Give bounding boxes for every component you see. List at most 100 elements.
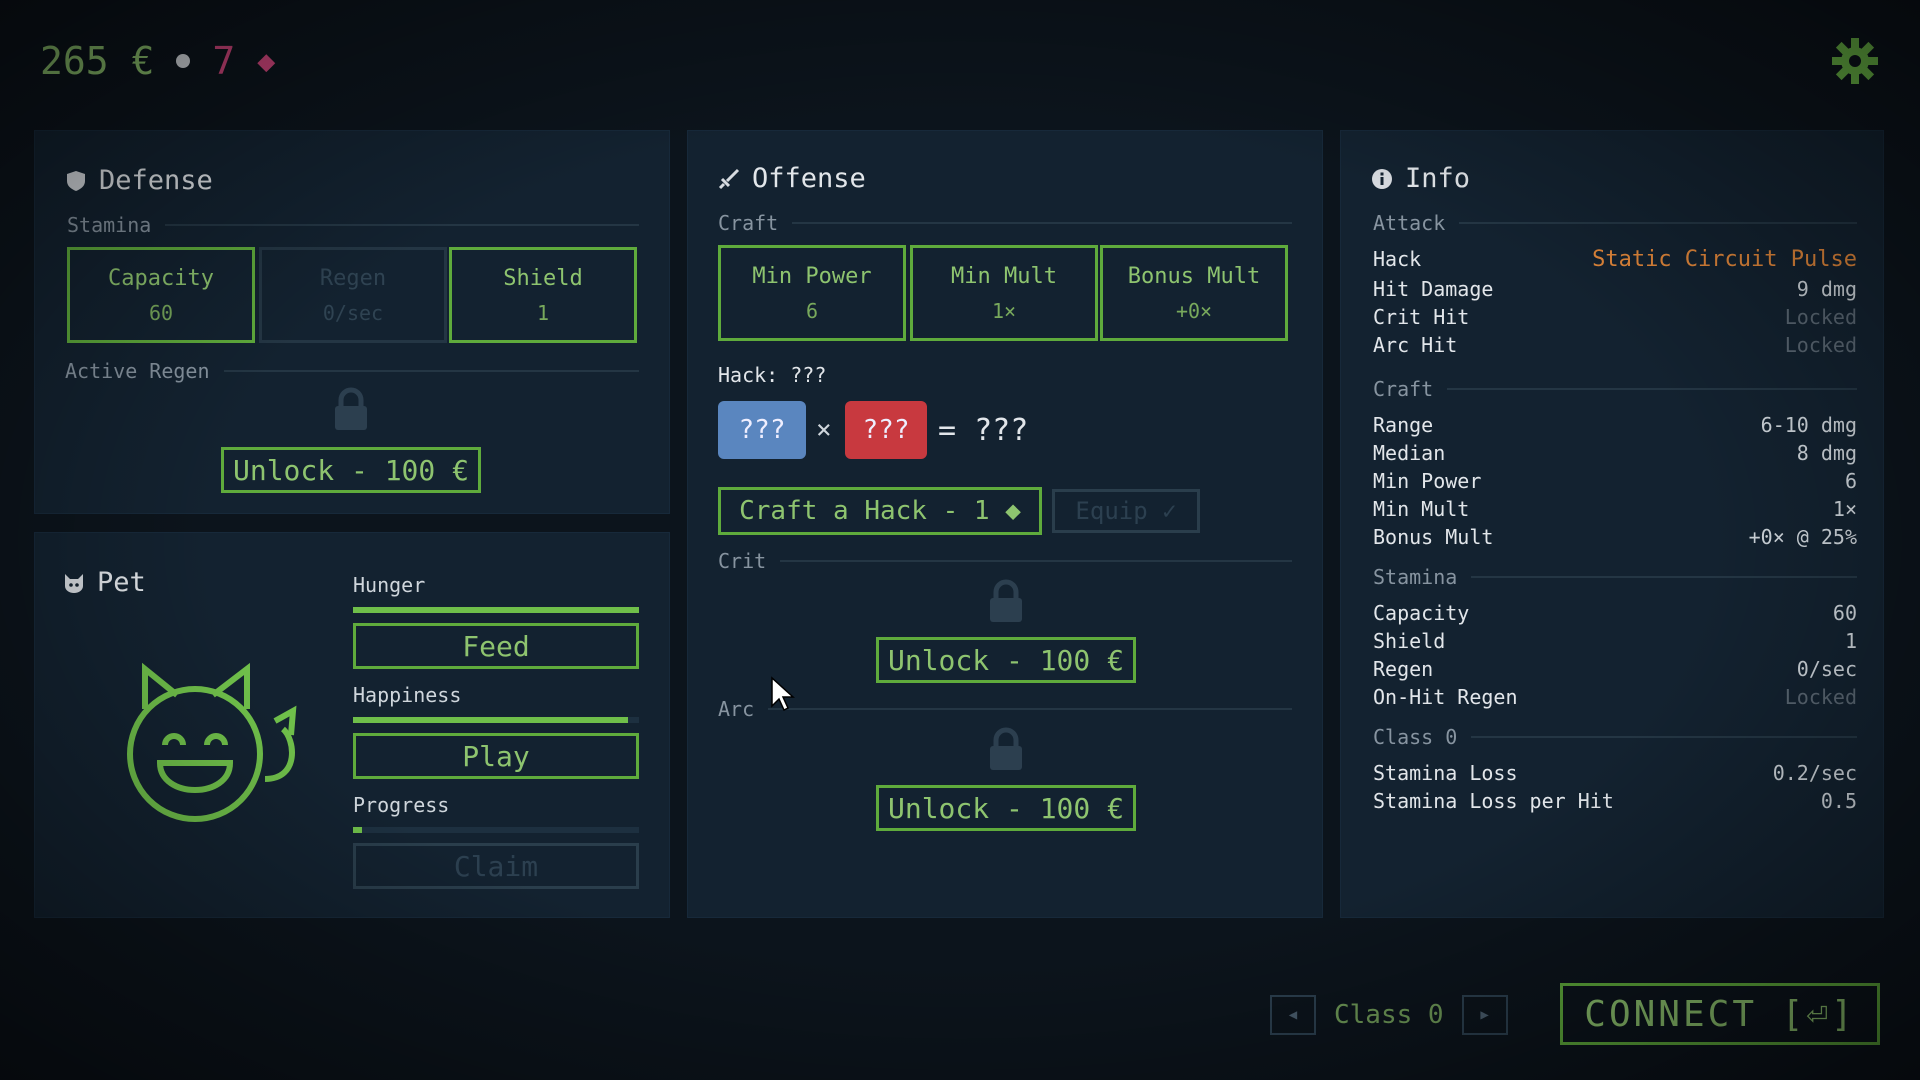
info-panel: Info Attack Hack Static Circuit Pulse Hit…: [1340, 130, 1884, 918]
cat-icon: [65, 573, 83, 593]
info-row-capacity: Capacity 60: [1373, 601, 1857, 625]
active-regen-label: Active Regen: [65, 359, 210, 383]
arc-section-label: Arc: [718, 697, 755, 721]
lock-icon: [990, 579, 1022, 622]
happiness-label: Happiness: [353, 683, 462, 707]
hack-name-value: Static Circuit Pulse: [1592, 247, 1857, 272]
info-row-crit-hit: Crit Hit Locked: [1373, 305, 1857, 329]
gear-icon[interactable]: [1830, 36, 1880, 86]
shield-upgrade-button[interactable]: Shield 1: [449, 247, 637, 343]
capacity-upgrade-button[interactable]: Capacity 60: [67, 247, 255, 343]
class-info-section-header: Class 0: [1373, 725, 1857, 749]
capacity-label: Capacity: [108, 265, 214, 291]
pet-title: Pet: [63, 567, 146, 598]
info-row-bonus-mult: Bonus Mult +0× @ 25%: [1373, 525, 1857, 549]
class-selector: ◀ Class 0 ▶: [1270, 995, 1508, 1035]
hack-name-label: Hack: ???: [718, 363, 827, 387]
regen-label: Regen: [319, 265, 387, 291]
equip-button[interactable]: Equip ✓: [1052, 489, 1200, 533]
pet-character-icon: [127, 662, 297, 822]
info-icon: [1372, 168, 1392, 189]
unlock-active-regen-button[interactable]: Unlock - 100 €: [221, 447, 481, 493]
min-mult-label: Min Mult: [951, 263, 1057, 289]
class-info-label: Class 0: [1373, 725, 1458, 749]
info-title-text: Info: [1405, 163, 1471, 194]
lock-icon: [335, 387, 367, 430]
craft-info-label: Craft: [1373, 377, 1434, 401]
pet-title-text: Pet: [97, 567, 146, 598]
hunger-bar: [353, 607, 639, 613]
capacity-value: 60: [148, 300, 174, 325]
class-prev-button[interactable]: ◀: [1270, 995, 1316, 1035]
stamina-info-section-header: Stamina: [1373, 565, 1857, 589]
crit-section-label: Crit: [718, 549, 767, 573]
pet-panel: Pet Hunger Feed Happiness Play Progress …: [34, 532, 670, 918]
regen-value: 0/sec: [322, 300, 384, 325]
feed-button[interactable]: Feed: [353, 623, 639, 669]
hack-power-pill: ???: [718, 401, 806, 459]
min-power-label: Min Power: [752, 263, 872, 289]
hack-mult-pill: ???: [845, 401, 927, 459]
happiness-bar: [353, 717, 639, 723]
craft-info-section-header: Craft: [1373, 377, 1857, 401]
active-regen-section-header: Active Regen: [65, 359, 639, 383]
progress-bar-fill: [353, 827, 362, 833]
stamina-info-label: Stamina: [1373, 565, 1458, 589]
arc-section-header: Arc: [718, 697, 1292, 721]
info-row-regen: Regen 0/sec: [1373, 657, 1857, 681]
unlock-crit-button[interactable]: Unlock - 100 €: [876, 637, 1136, 683]
attack-section-label: Attack: [1373, 211, 1446, 235]
bonus-mult-upgrade-button[interactable]: Bonus Mult +0×: [1100, 245, 1288, 341]
gem-icon: ◆: [257, 43, 276, 79]
separator-dot-icon: [176, 54, 191, 68]
unlock-arc-button[interactable]: Unlock - 100 €: [876, 785, 1136, 831]
sword-icon: [718, 168, 740, 189]
lock-icon: [990, 727, 1022, 770]
offense-title-text: Offense: [752, 163, 866, 194]
progress-label: Progress: [353, 793, 450, 817]
info-row-stamina-loss-per-hit: Stamina Loss per Hit 0.5: [1373, 789, 1857, 813]
defense-panel: Defense Stamina Capacity 60 Regen 0/sec …: [34, 130, 670, 514]
gem-count: 7: [212, 39, 236, 83]
info-row-min-mult: Min Mult 1×: [1373, 497, 1857, 521]
hunger-label: Hunger: [353, 573, 426, 597]
bonus-mult-label: Bonus Mult: [1127, 263, 1261, 289]
offense-panel: Offense Craft Min Power 6 Min Mult 1× Bo…: [687, 130, 1323, 918]
mouse-cursor-icon: [771, 676, 795, 712]
min-mult-upgrade-button[interactable]: Min Mult 1×: [910, 245, 1098, 341]
hack-result: = ???: [938, 413, 1029, 448]
claim-button[interactable]: Claim: [353, 843, 639, 889]
info-row-on-hit-regen: On-Hit Regen Locked: [1373, 685, 1857, 709]
connect-button[interactable]: CONNECT [⏎]: [1560, 983, 1880, 1045]
info-row-stamina-loss: Stamina Loss 0.2/sec: [1373, 761, 1857, 785]
regen-upgrade-button[interactable]: Regen 0/sec: [259, 247, 447, 343]
multiply-sign: ×: [816, 415, 832, 445]
crit-section-header: Crit: [718, 549, 1292, 573]
info-row-hit-damage: Hit Damage 9 dmg: [1373, 277, 1857, 301]
info-row-shield: Shield 1: [1373, 629, 1857, 653]
shield-value: 1: [536, 300, 550, 325]
info-row-min-power: Min Power 6: [1373, 469, 1857, 493]
stamina-section-header: Stamina: [67, 213, 639, 237]
craft-section-label: Craft: [718, 211, 779, 235]
craft-section-header: Craft: [718, 211, 1292, 235]
attack-section-header: Attack: [1373, 211, 1857, 235]
hunger-bar-fill: [353, 607, 639, 613]
stamina-section-label: Stamina: [67, 213, 152, 237]
play-button[interactable]: Play: [353, 733, 639, 779]
craft-hack-button[interactable]: Craft a Hack - 1 ◆: [718, 487, 1042, 535]
min-power-upgrade-button[interactable]: Min Power 6: [718, 245, 906, 341]
offense-title: Offense: [718, 163, 866, 194]
info-row-median: Median 8 dmg: [1373, 441, 1857, 465]
bonus-mult-value: +0×: [1175, 298, 1213, 323]
happiness-bar-fill: [353, 717, 628, 723]
class-next-button[interactable]: ▶: [1461, 995, 1508, 1035]
defense-title-text: Defense: [99, 165, 213, 196]
info-row-arc-hit: Arc Hit Locked: [1373, 333, 1857, 357]
progress-bar: [353, 827, 639, 833]
currency-amount: 265 €: [40, 39, 155, 83]
min-power-value: 6: [805, 298, 819, 323]
defense-title: Defense: [65, 165, 213, 196]
resource-bar: 265 € 7 ◆: [40, 36, 275, 86]
info-title: Info: [1371, 163, 1470, 194]
